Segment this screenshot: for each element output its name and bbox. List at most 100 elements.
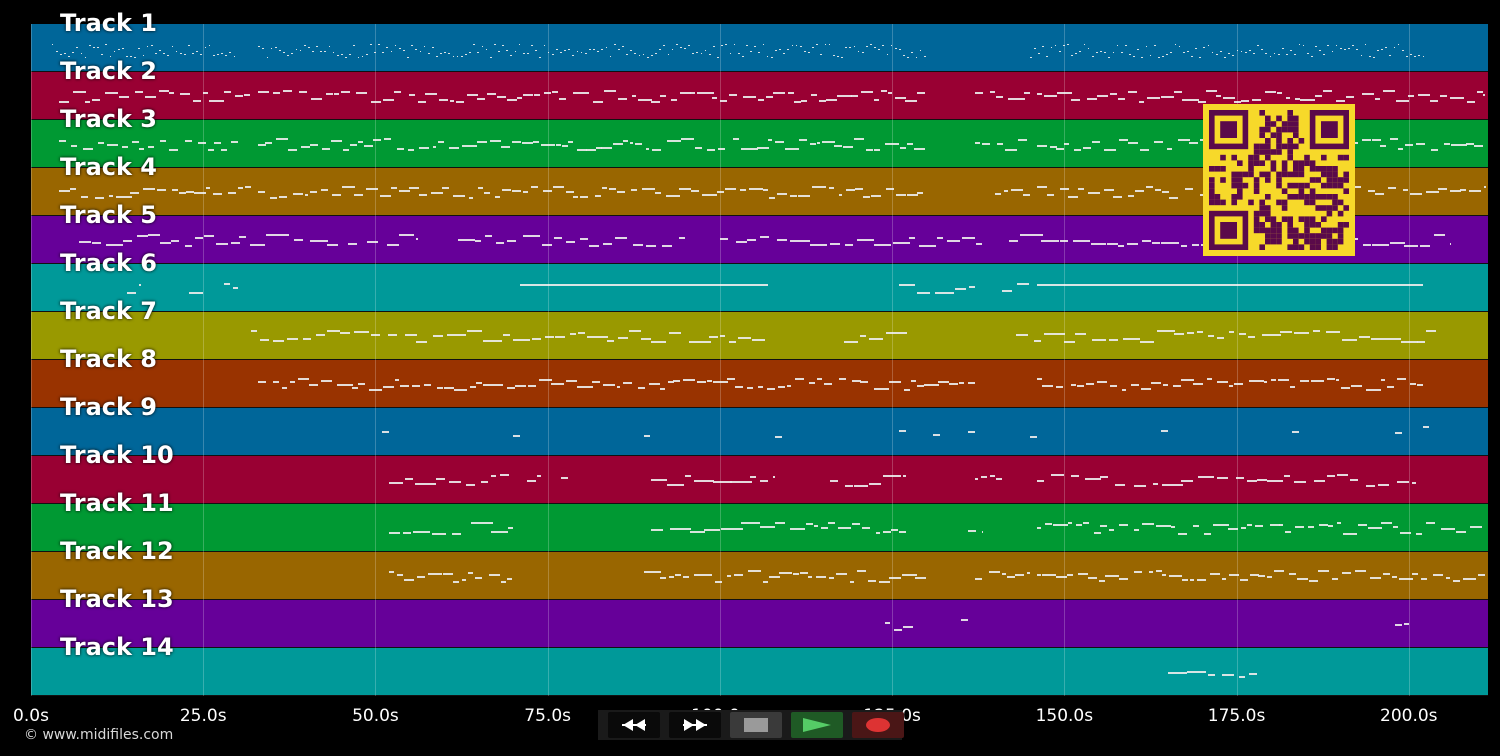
midi-note — [1240, 51, 1243, 52]
midi-note — [444, 52, 447, 53]
midi-note — [706, 149, 716, 151]
midi-note — [1410, 54, 1412, 55]
midi-note — [507, 240, 516, 242]
midi-note — [496, 242, 505, 244]
midi-note — [283, 90, 293, 92]
midi-note — [295, 49, 298, 50]
midi-note — [393, 91, 402, 93]
fast-forward-button[interactable] — [669, 712, 721, 738]
midi-note — [1358, 524, 1368, 526]
midi-note — [772, 476, 775, 478]
midi-note — [518, 44, 521, 45]
midi-note — [92, 242, 101, 244]
midi-note — [875, 532, 881, 534]
midi-note — [389, 532, 400, 534]
midi-note — [660, 95, 667, 97]
track-lane[interactable] — [31, 408, 1488, 456]
midi-note — [1197, 101, 1206, 103]
midi-note — [537, 475, 541, 477]
midi-note — [1307, 526, 1315, 528]
midi-note — [758, 52, 761, 53]
midi-note — [1054, 45, 1057, 46]
midi-note — [1365, 389, 1381, 391]
midi-note — [616, 386, 621, 388]
midi-note — [1228, 574, 1240, 576]
midi-note — [1406, 56, 1408, 57]
track-lane[interactable] — [31, 456, 1488, 504]
midi-note — [531, 45, 533, 46]
play-button[interactable] — [791, 712, 843, 738]
track-lane[interactable] — [31, 552, 1488, 600]
midi-note — [510, 55, 513, 56]
midi-note — [1395, 100, 1409, 102]
record-button[interactable] — [852, 712, 904, 738]
midi-note — [551, 383, 565, 385]
midi-note — [1072, 240, 1090, 242]
midi-note — [485, 49, 488, 50]
track-lane[interactable] — [31, 24, 1488, 72]
midi-note — [786, 385, 792, 387]
midi-note — [368, 389, 383, 391]
midi-note — [1388, 338, 1401, 340]
midi-note — [1456, 531, 1467, 533]
midi-note — [869, 483, 881, 485]
midi-note — [834, 145, 843, 147]
midi-note — [862, 527, 871, 529]
midi-note — [1352, 45, 1354, 46]
midi-note — [691, 190, 699, 192]
stop-button[interactable] — [730, 712, 782, 738]
midi-note — [1395, 624, 1402, 626]
midi-note — [1279, 524, 1283, 526]
midi-note — [370, 101, 381, 103]
midi-note — [1348, 48, 1350, 49]
midi-note — [1118, 139, 1128, 141]
midi-note — [1381, 379, 1386, 381]
time-tick-label: 200.0s — [1380, 706, 1438, 726]
midi-note — [233, 56, 236, 57]
midi-note — [1195, 48, 1197, 49]
midi-note — [409, 94, 415, 96]
midi-note — [415, 483, 437, 485]
midi-note — [855, 188, 863, 190]
midi-note — [142, 188, 156, 190]
midi-note — [981, 531, 984, 533]
midi-note — [861, 52, 864, 53]
midi-note — [634, 53, 637, 54]
midi-note — [1400, 532, 1412, 534]
midi-note — [235, 95, 244, 97]
track-lane[interactable] — [31, 360, 1488, 408]
midi-note — [1130, 384, 1139, 386]
midi-note — [192, 53, 194, 54]
midi-note — [251, 330, 258, 332]
midi-note — [456, 56, 459, 57]
track-lane[interactable] — [31, 600, 1488, 648]
track-lane[interactable] — [31, 312, 1488, 360]
midi-note — [514, 51, 517, 52]
midi-note — [440, 53, 442, 54]
track-lane[interactable] — [31, 504, 1488, 552]
midi-note — [1147, 97, 1161, 99]
track-lane[interactable] — [31, 264, 1488, 312]
midi-note — [228, 192, 237, 194]
midi-note — [159, 50, 161, 51]
midi-note — [935, 292, 955, 294]
midi-note — [1437, 188, 1447, 190]
midi-note — [167, 55, 170, 56]
midi-note — [568, 49, 571, 50]
midi-note — [1096, 52, 1098, 53]
midi-note — [841, 57, 843, 58]
midi-note — [1277, 92, 1283, 94]
midi-note — [569, 333, 577, 335]
midi-note — [915, 577, 927, 579]
midi-note — [637, 387, 646, 389]
midi-note — [605, 47, 608, 48]
midi-note — [1173, 91, 1182, 93]
midi-note — [476, 141, 488, 143]
midi-note — [188, 45, 190, 46]
midi-note — [68, 56, 70, 57]
midi-note — [1182, 579, 1188, 581]
rewind-button[interactable] — [608, 712, 660, 738]
midi-note — [312, 51, 314, 52]
midi-note — [373, 139, 382, 141]
track-lane[interactable] — [31, 648, 1488, 696]
